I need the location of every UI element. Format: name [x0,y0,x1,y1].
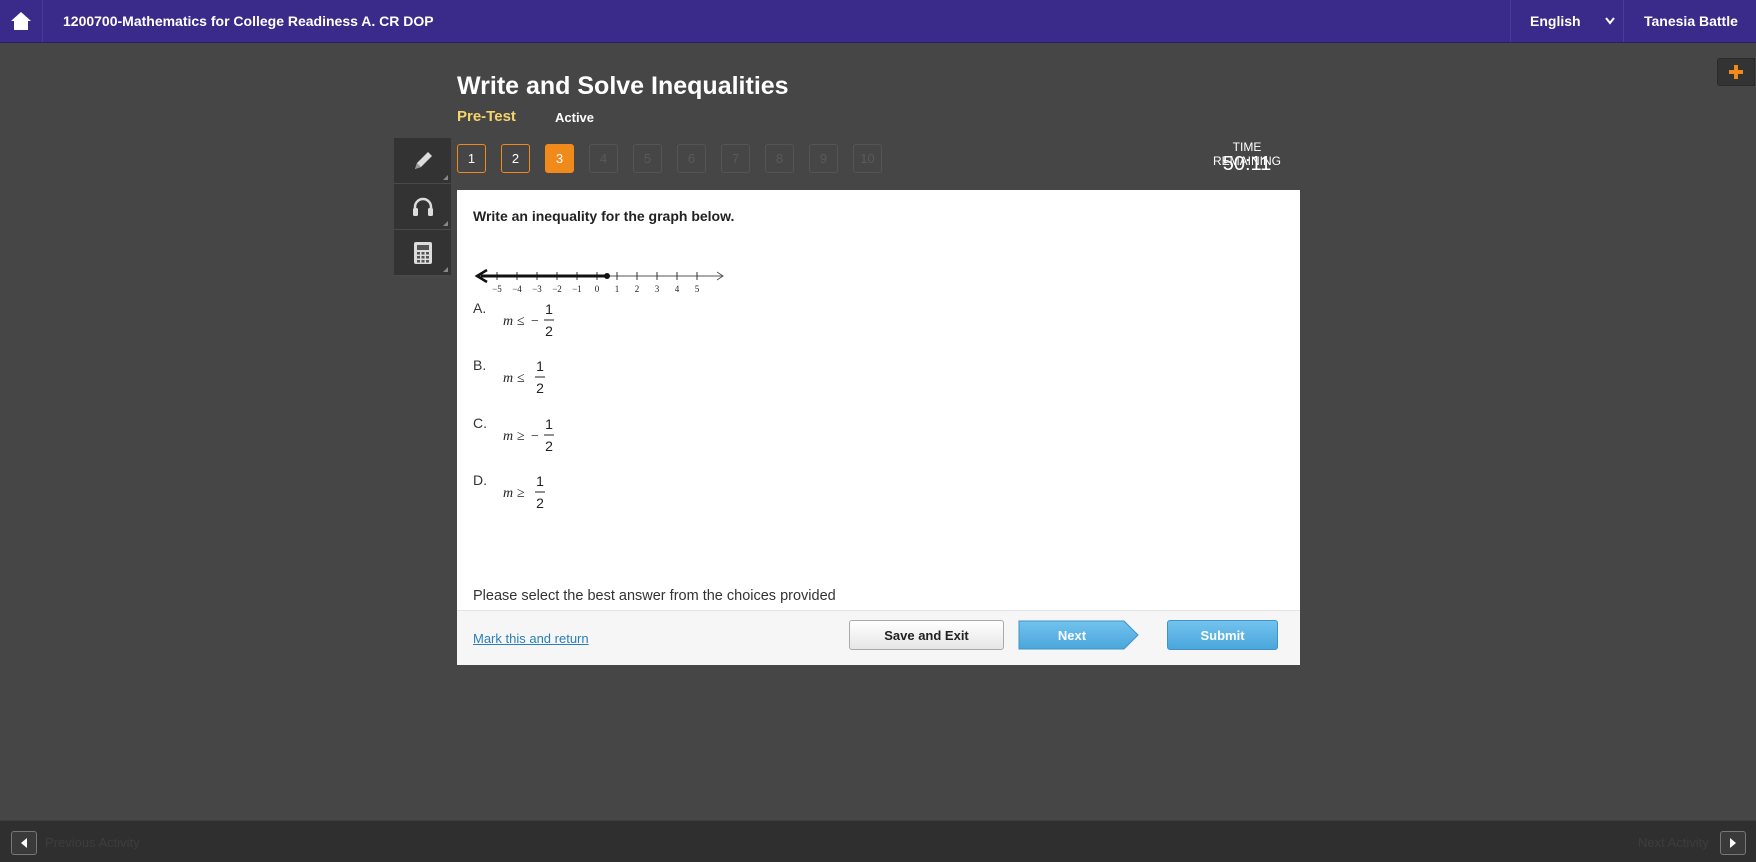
number-line-graph: −5 −4 −3 −2 −1 0 1 2 3 4 5 [474,268,724,294]
chevron-down-icon [1605,17,1615,25]
choice-variable: m [503,371,513,386]
choice-variable: m [503,314,513,329]
number-line-tick-label: 0 [595,284,600,294]
home-icon [11,12,31,30]
choice-denominator: 2 [536,495,544,511]
number-line-tick-label: −1 [572,284,582,294]
choice-operator: ≤ [517,371,525,386]
pencil-icon [414,151,432,169]
choice-letter: D. [473,472,487,488]
number-line-tick-label: 3 [655,284,660,294]
pencil-tool-button[interactable] [394,138,451,184]
choice-variable: m [503,486,513,501]
number-line-tick-label: −5 [492,284,502,294]
caret-left-icon [21,838,27,848]
choice-letter: C. [473,415,487,431]
question-6-button[interactable]: 6 [677,144,706,173]
number-line-tick-label: −4 [512,284,522,294]
previous-activity-label[interactable]: Previous Activity [45,835,140,850]
question-7-button[interactable]: 7 [721,144,750,173]
choice-numerator: 1 [536,473,544,489]
page-title: Write and Solve Inequalities [457,72,789,100]
next-button[interactable]: Next [1018,620,1139,650]
top-bar: 1200700-Mathematics for College Readines… [0,0,1756,43]
choice-operator: ≥ [517,429,525,444]
choice-denominator: 2 [545,438,553,454]
home-button[interactable] [0,0,43,42]
number-line-tick-label: 5 [695,284,700,294]
choice-expression: m ≥ −1 2 [503,416,554,454]
choice-letter: A. [473,300,487,316]
number-line-tick-label: 2 [635,284,640,294]
answer-instruction: Please select the best answer from the c… [473,588,836,604]
choice-denominator: 2 [536,380,544,396]
question-panel: Write an inequality for the graph below.… [457,190,1300,665]
user-name[interactable]: Tanesia Battle [1644,0,1738,42]
choice-sign: − [531,429,539,444]
number-line-closed-endpoint [604,273,610,279]
choice-variable: m [503,429,513,444]
save-and-exit-button[interactable]: Save and Exit [849,620,1004,650]
course-title: 1200700-Mathematics for College Readines… [63,13,434,29]
caret-right-icon [1730,838,1736,848]
activity-type: Pre-Test [457,108,516,125]
question-footer: Mark this and return Save and Exit Next … [457,610,1300,665]
mark-and-return-link[interactable]: Mark this and return [473,631,589,646]
headphones-icon [412,197,433,216]
choice-expression: m ≥1 2 [503,473,545,511]
tool-palette [394,138,451,276]
next-activity-label[interactable]: Next Activity [1638,835,1709,850]
question-9-button[interactable]: 9 [809,144,838,173]
choice-letter: B. [473,357,487,373]
question-3-button[interactable]: 3 [545,144,574,173]
number-line-tick-label: −2 [552,284,562,294]
previous-activity-button[interactable] [11,831,37,855]
number-line-tick-label: −3 [532,284,542,294]
number-line-tick-label: 4 [675,284,680,294]
number-line-tick-label: 1 [615,284,620,294]
choice-operator: ≥ [517,486,525,501]
question-navigator: 1 2 3 4 5 6 7 8 9 10 [457,144,897,173]
question-4-button[interactable]: 4 [589,144,618,173]
choice-numerator: 1 [545,301,553,317]
choice-expression: m ≤ −1 2 [503,301,554,339]
question-1-button[interactable]: 1 [457,144,486,173]
expand-button[interactable] [1717,58,1755,86]
choice-expression: m ≤1 2 [503,358,545,396]
status-label: Active [555,110,595,125]
next-activity-button[interactable] [1720,831,1746,855]
question-5-button[interactable]: 5 [633,144,662,173]
choice-numerator: 1 [536,358,544,374]
question-prompt: Write an inequality for the graph below. [473,208,735,224]
calculator-tool-button[interactable] [394,230,451,276]
question-8-button[interactable]: 8 [765,144,794,173]
choice-sign: − [531,314,539,329]
time-remaining-value: 50:11 [1222,153,1272,175]
choice-numerator: 1 [545,416,553,432]
next-button-label: Next [1057,627,1087,643]
language-selector[interactable]: English [1510,0,1624,42]
submit-button[interactable]: Submit [1167,620,1278,650]
audio-tool-button[interactable] [394,184,451,230]
language-label: English [1530,13,1581,29]
question-10-button[interactable]: 10 [853,144,882,173]
choice-denominator: 2 [545,323,553,339]
calculator-icon [413,241,432,264]
plus-icon [1729,65,1743,79]
choice-operator: ≤ [517,314,525,329]
question-2-button[interactable]: 2 [501,144,530,173]
bottom-bar: Previous Activity Next Activity [0,820,1756,862]
